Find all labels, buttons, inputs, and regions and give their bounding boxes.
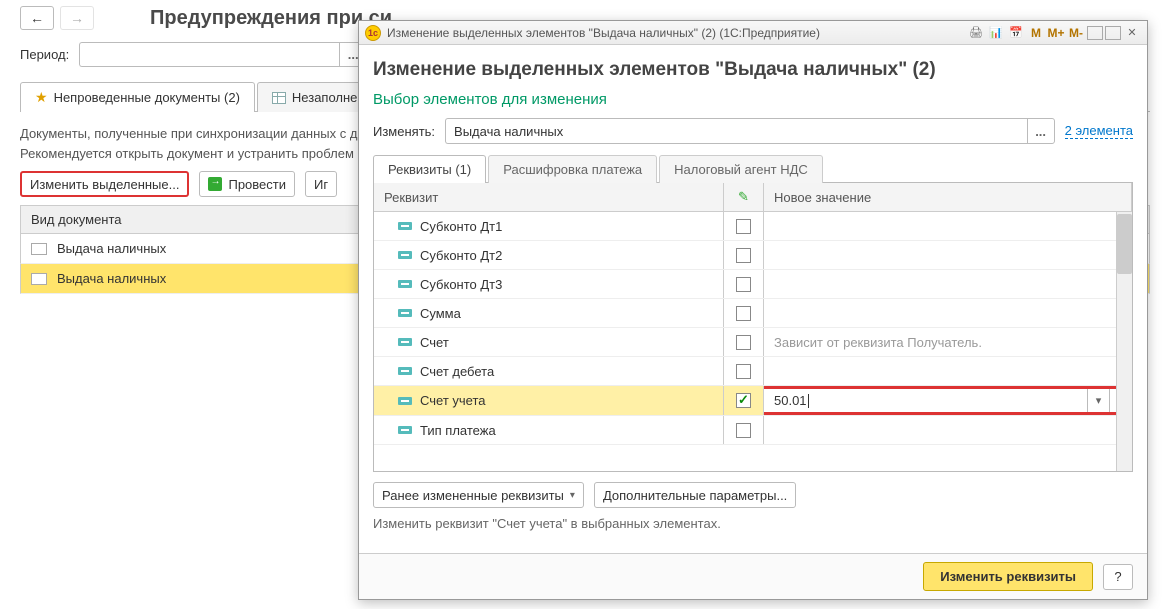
dropdown-button[interactable]: ▾ <box>1087 389 1109 412</box>
extra-params-button[interactable]: Дополнительные параметры... <box>594 482 796 508</box>
edit-checkbox[interactable] <box>736 219 751 234</box>
star-icon: ★ <box>35 89 48 106</box>
requisites-grid: Реквизит ✎ Новое значение Субконто Дт1 С… <box>373 183 1133 472</box>
modal-subheading: Выбор элементов для изменения <box>373 91 1133 108</box>
tab-unposted-docs[interactable]: ★ Непроведенные документы (2) <box>20 82 255 112</box>
grid-row[interactable]: Субконто Дт1 <box>374 212 1132 241</box>
col-new-value: Новое значение <box>764 183 1132 211</box>
memory-mplus-button[interactable]: M+ <box>1047 24 1065 42</box>
calc-icon[interactable]: 📊 <box>987 24 1005 42</box>
elements-link[interactable]: 2 элемента <box>1065 123 1133 139</box>
grid-row[interactable]: Счет Зависит от реквизита Получатель. <box>374 328 1132 357</box>
minus-icon <box>398 222 412 230</box>
help-button[interactable]: ? <box>1103 564 1133 590</box>
scrollbar[interactable] <box>1116 212 1132 471</box>
document-icon <box>31 273 47 285</box>
apply-button[interactable]: Изменить реквизиты <box>923 562 1093 591</box>
minimize-button[interactable] <box>1087 26 1103 40</box>
nav-back-button[interactable]: ← <box>20 6 54 30</box>
app-logo-icon: 1c <box>365 25 381 41</box>
minus-icon <box>398 397 412 405</box>
col-requisite: Реквизит <box>374 183 724 211</box>
modal-dialog: 1c Изменение выделенных элементов "Выдач… <box>358 20 1148 600</box>
edit-checkbox[interactable] <box>736 393 751 408</box>
post-button[interactable]: Провести <box>199 171 295 197</box>
page-title: Предупреждения при си <box>150 7 392 30</box>
hint-text: Изменить реквизит "Счет учета" в выбранн… <box>373 516 1133 531</box>
change-selected-button[interactable]: Изменить выделенные... <box>20 171 189 197</box>
tab-requisites[interactable]: Реквизиты (1) <box>373 155 486 183</box>
grid-row[interactable]: Тип платежа <box>374 416 1132 445</box>
change-label: Изменять: <box>373 124 435 139</box>
modal-footer: Изменить реквизиты ? <box>359 553 1147 599</box>
memory-mminus-button[interactable]: M- <box>1067 24 1085 42</box>
prev-changed-button[interactable]: Ранее измененные реквизиты▾ <box>373 482 584 508</box>
grid-row[interactable]: Субконто Дт3 <box>374 270 1132 299</box>
more-button[interactable]: Иг <box>305 171 337 197</box>
change-input[interactable]: Выдача наличных ... <box>445 118 1055 144</box>
minus-icon <box>398 367 412 375</box>
grid-row[interactable]: Субконто Дт2 <box>374 241 1132 270</box>
period-input[interactable]: ... <box>79 42 367 67</box>
memory-m-button[interactable]: M <box>1027 24 1045 42</box>
maximize-button[interactable] <box>1105 26 1121 40</box>
edit-checkbox[interactable] <box>736 277 751 292</box>
edit-checkbox[interactable] <box>736 306 751 321</box>
edit-checkbox[interactable] <box>736 423 751 438</box>
value-input[interactable]: 50.01 ▾ ◫ <box>764 386 1131 415</box>
edit-checkbox[interactable] <box>736 364 751 379</box>
grid-row[interactable]: Сумма <box>374 299 1132 328</box>
change-picker-button[interactable]: ... <box>1027 118 1055 144</box>
nav-fwd-button[interactable]: → <box>60 6 94 30</box>
print-icon[interactable]: 🖨 <box>967 24 985 42</box>
modal-titlebar[interactable]: 1c Изменение выделенных элементов "Выдач… <box>359 21 1147 45</box>
modal-title: Изменение выделенных элементов "Выдача н… <box>387 26 820 40</box>
minus-icon <box>398 280 412 288</box>
minus-icon <box>398 251 412 259</box>
post-icon <box>208 177 222 191</box>
close-button[interactable]: ✕ <box>1123 24 1141 42</box>
minus-icon <box>398 309 412 317</box>
modal-heading: Изменение выделенных элементов "Выдача н… <box>373 59 1133 81</box>
grid-row[interactable]: Счет дебета <box>374 357 1132 386</box>
minus-icon <box>398 426 412 434</box>
modal-tabs: Реквизиты (1) Расшифровка платежа Налого… <box>373 154 1133 183</box>
pencil-icon: ✎ <box>738 189 749 205</box>
grid-row-selected[interactable]: Счет учета 50.01 ▾ ◫ <box>374 386 1132 416</box>
col-edit-icon: ✎ <box>724 183 764 211</box>
edit-checkbox[interactable] <box>736 248 751 263</box>
edit-checkbox[interactable] <box>736 335 751 350</box>
tab-tax-agent[interactable]: Налоговый агент НДС <box>659 155 823 183</box>
period-label: Период: <box>20 47 69 62</box>
minus-icon <box>398 338 412 346</box>
table-icon <box>272 92 286 104</box>
tab-payment-decode[interactable]: Расшифровка платежа <box>488 155 657 183</box>
chevron-down-icon: ▾ <box>570 490 575 501</box>
document-icon <box>31 243 47 255</box>
calendar-icon[interactable]: 📅 <box>1007 24 1025 42</box>
